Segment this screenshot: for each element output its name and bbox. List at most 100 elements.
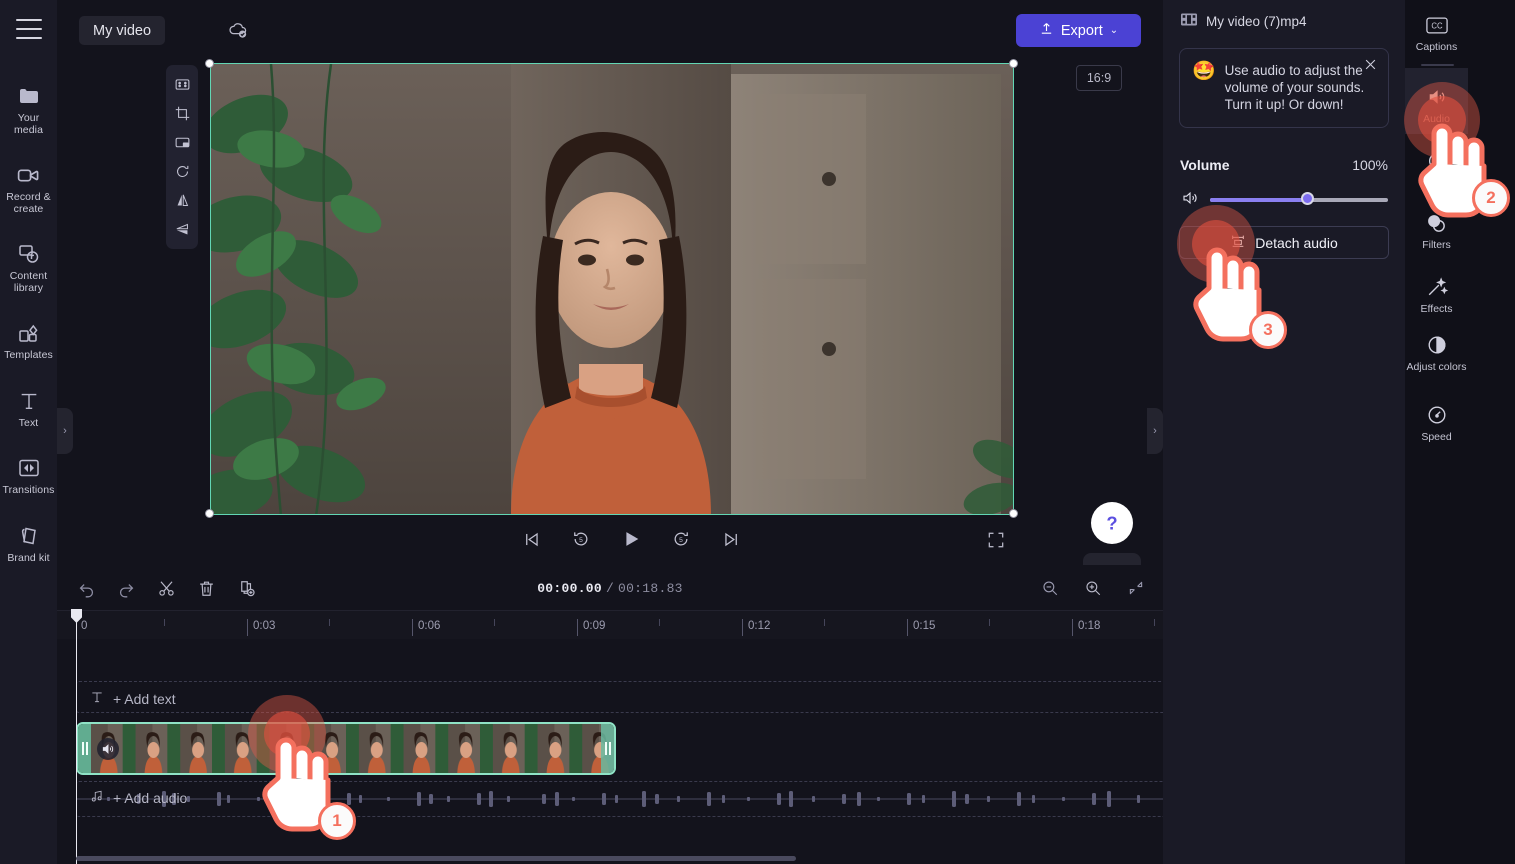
skip-to-start-button[interactable] bbox=[518, 526, 544, 552]
clip-mute-toggle[interactable] bbox=[97, 737, 119, 760]
properties-rail: CC Captions Audio Fade Filters Effects A… bbox=[1405, 0, 1515, 864]
magic-wand-icon bbox=[1424, 274, 1450, 300]
add-text-button[interactable]: + Add text bbox=[90, 689, 176, 708]
crop-icon[interactable] bbox=[168, 100, 196, 127]
sidebar-item-transitions[interactable]: Transitions bbox=[0, 445, 57, 503]
rail-tab-captions[interactable]: CC Captions bbox=[1405, 12, 1468, 54]
svg-text:?: ? bbox=[1106, 513, 1117, 534]
fit-timeline-button[interactable] bbox=[1122, 575, 1149, 601]
add-audio-label: + Add audio bbox=[113, 789, 188, 806]
rail-tab-filters[interactable]: Filters bbox=[1405, 210, 1468, 252]
rail-tab-label: Effects bbox=[1420, 303, 1453, 315]
skip-to-end-button[interactable] bbox=[718, 526, 744, 552]
volume-slider[interactable] bbox=[1210, 191, 1388, 205]
selected-file-header: My video (7)mp4 bbox=[1181, 13, 1307, 29]
brand-kit-icon bbox=[16, 523, 42, 549]
audio-tip-card: 🤩 Use audio to adjust the volume of your… bbox=[1179, 48, 1389, 128]
volume-slider-knob[interactable] bbox=[1301, 191, 1315, 205]
timeline-toolbar: 00:00.00 / 00:18.83 bbox=[57, 565, 1163, 611]
picture-in-picture-icon[interactable] bbox=[168, 129, 196, 156]
detach-audio-label: Detach audio bbox=[1255, 234, 1338, 251]
forward-5-button[interactable]: 5 bbox=[668, 526, 694, 552]
add-audio-button[interactable]: + Add audio bbox=[90, 788, 187, 807]
fullscreen-button[interactable] bbox=[986, 530, 1010, 552]
sidebar-item-templates[interactable]: Templates bbox=[0, 310, 57, 368]
audio-properties-panel: My video (7)mp4 🤩 Use audio to adjust th… bbox=[1163, 0, 1405, 864]
media-library-icon bbox=[16, 241, 42, 267]
clip-trim-handle-right[interactable] bbox=[601, 724, 614, 773]
detach-audio-button[interactable]: Detach audio bbox=[1179, 226, 1389, 259]
sidebar-item-label: Your media bbox=[13, 112, 44, 136]
playback-controls: 5 5 bbox=[57, 522, 1163, 562]
close-icon[interactable] bbox=[1363, 57, 1379, 73]
rail-tab-speed[interactable]: Speed bbox=[1405, 402, 1468, 444]
clip-trim-handle-left[interactable] bbox=[78, 724, 91, 773]
rewind-5-button[interactable]: 5 bbox=[568, 526, 594, 552]
sidebar-item-your-media[interactable]: Your media bbox=[0, 73, 57, 142]
speaker-wave-icon[interactable] bbox=[1180, 189, 1200, 212]
sidebar-item-label: Record & create bbox=[6, 191, 51, 215]
timeline: 00:00.00 / 00:18.83 0 0:03 0:06 0:09 0:1… bbox=[57, 565, 1221, 864]
help-button[interactable]: ? bbox=[1091, 502, 1133, 544]
timeline-video-clip[interactable] bbox=[76, 722, 616, 775]
rail-tab-adjust-colors[interactable]: Adjust colors bbox=[1405, 332, 1468, 374]
cloud-check-icon bbox=[227, 20, 249, 40]
rotate-icon[interactable] bbox=[168, 158, 196, 185]
film-strip-icon bbox=[1181, 13, 1197, 29]
collapse-right-panel-button[interactable]: › bbox=[1147, 408, 1163, 454]
video-frame-image bbox=[211, 64, 1013, 514]
contrast-circle-icon bbox=[1424, 332, 1450, 358]
speedometer-icon bbox=[1424, 402, 1450, 428]
selection-handle-top-left[interactable] bbox=[205, 59, 214, 68]
time-separator: / bbox=[605, 581, 615, 596]
chevron-down-icon: ⌄ bbox=[1109, 25, 1119, 36]
flip-vertical-icon[interactable] bbox=[168, 216, 196, 243]
fit-to-frame-icon[interactable] bbox=[168, 71, 196, 98]
closed-captions-icon: CC bbox=[1424, 12, 1450, 38]
selected-file-name: My video (7)mp4 bbox=[1206, 13, 1307, 29]
ruler-label: 0:18 bbox=[1078, 620, 1101, 632]
aspect-ratio-badge[interactable]: 16:9 bbox=[1076, 65, 1122, 91]
volume-control-row bbox=[1180, 188, 1388, 212]
rail-tab-fade[interactable]: Fade bbox=[1405, 148, 1468, 190]
timeline-scrollbar[interactable] bbox=[76, 856, 796, 861]
templates-icon bbox=[16, 320, 42, 346]
timecode-display: 00:00.00 / 00:18.83 bbox=[57, 580, 1163, 596]
zoom-out-button[interactable] bbox=[1036, 575, 1063, 601]
sidebar-item-text[interactable]: Text bbox=[0, 378, 57, 436]
selection-handle-bottom-right[interactable] bbox=[1009, 509, 1018, 518]
sidebar-item-record-create[interactable]: Record & create bbox=[0, 152, 57, 221]
rail-tab-label: Filters bbox=[1422, 239, 1451, 251]
play-button[interactable] bbox=[618, 526, 644, 552]
text-track[interactable] bbox=[76, 681, 1221, 713]
tip-text: Use audio to adjust the volume of your s… bbox=[1224, 63, 1365, 112]
left-sidebar: Your media Record & create Content libra… bbox=[0, 0, 57, 864]
ruler-label: 0:09 bbox=[583, 620, 606, 632]
preview-tools-toolbar bbox=[166, 65, 198, 249]
rail-tab-effects[interactable]: Effects bbox=[1405, 274, 1468, 316]
audio-waveform bbox=[77, 789, 1221, 809]
flip-horizontal-icon[interactable] bbox=[168, 187, 196, 214]
hamburger-icon[interactable] bbox=[15, 19, 42, 39]
rail-tab-label: Fade bbox=[1424, 177, 1449, 189]
transitions-icon bbox=[16, 455, 42, 481]
zoom-in-button[interactable] bbox=[1079, 575, 1106, 601]
collapse-left-panel-button[interactable]: › bbox=[57, 408, 73, 454]
project-name-field[interactable]: My video bbox=[79, 16, 166, 45]
video-preview[interactable] bbox=[210, 63, 1014, 515]
music-note-icon bbox=[90, 788, 104, 807]
clipchamp-editor: Your media Record & create Content libra… bbox=[0, 0, 1515, 864]
export-button[interactable]: Export ⌄ bbox=[1016, 14, 1141, 47]
playhead[interactable] bbox=[76, 611, 77, 864]
add-text-label: + Add text bbox=[113, 690, 176, 707]
timeline-tracks: + Add text + Add audio bbox=[57, 639, 1221, 864]
timeline-ruler[interactable]: 0 0:03 0:06 0:09 0:12 0:15 0:18 bbox=[57, 611, 1163, 639]
rail-tab-audio[interactable]: Audio bbox=[1405, 84, 1468, 126]
ruler-label: 0 bbox=[81, 620, 88, 632]
sidebar-item-content-library[interactable]: Content library bbox=[0, 231, 57, 300]
selection-handle-top-right[interactable] bbox=[1009, 59, 1018, 68]
ruler-label: 0:03 bbox=[253, 620, 276, 632]
selection-handle-bottom-left[interactable] bbox=[205, 509, 214, 518]
sidebar-item-brand-kit[interactable]: Brand kit bbox=[0, 513, 57, 571]
svg-text:5: 5 bbox=[679, 537, 683, 544]
